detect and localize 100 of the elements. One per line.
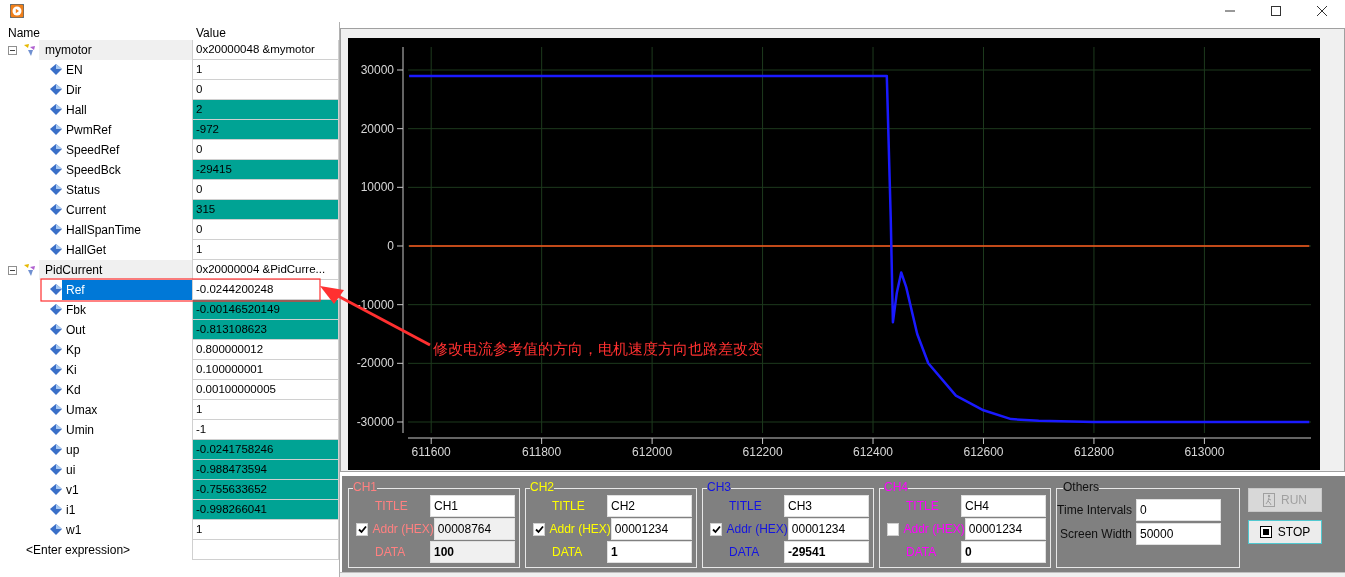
number-field[interactable]: 0 — [1136, 499, 1221, 521]
value-cell: 2 — [192, 100, 339, 120]
variable-name[interactable]: HallSpanTime — [62, 220, 192, 240]
variable-name[interactable]: w1 — [62, 520, 192, 540]
stop-button[interactable]: STOP — [1248, 520, 1322, 544]
x-tick-label: 612400 — [853, 445, 894, 459]
x-tick-label: 613000 — [1184, 445, 1225, 459]
variable-name[interactable]: Status — [62, 180, 192, 200]
value-cell: -0.0244200248 — [192, 280, 339, 300]
diamond-icon — [50, 344, 62, 356]
collapse-toggle[interactable] — [8, 45, 17, 55]
value-cell: 0.100000001 — [192, 360, 339, 380]
diamond-icon — [50, 84, 62, 96]
variable-name[interactable]: v1 — [62, 480, 192, 500]
diamond-icon — [50, 164, 62, 176]
minus-icon — [10, 267, 15, 273]
channel-label: CH3 — [707, 480, 731, 494]
data-label: DATA — [552, 544, 583, 561]
title-field[interactable]: CH2 — [607, 495, 692, 517]
variable-name[interactable]: Out — [62, 320, 192, 340]
diamond-icon — [50, 304, 62, 316]
variable-name[interactable]: Dir — [62, 80, 192, 100]
value-cell: -0.988473594 — [192, 460, 339, 480]
close-icon — [1317, 6, 1327, 16]
value-cell: -0.00146520149 — [192, 300, 339, 320]
diamond-icon — [50, 144, 62, 156]
title-label: TITLE — [552, 498, 585, 515]
diamond-icon — [50, 104, 62, 116]
field-label: Time Intervals — [1057, 502, 1132, 519]
variable-name[interactable]: Kd — [62, 380, 192, 400]
value-cell: -0.0241758246 — [192, 440, 339, 460]
data-field[interactable]: -29541 — [784, 541, 869, 563]
value-cell: -1 — [192, 420, 339, 440]
diamond-icon — [50, 324, 62, 336]
title-field[interactable]: CH1 — [430, 495, 515, 517]
data-field[interactable]: 1 — [607, 541, 692, 563]
number-field[interactable]: 50000 — [1136, 523, 1221, 545]
value-cell: 0.00100000005 — [192, 380, 339, 400]
enter-expression[interactable]: <Enter expression> — [26, 541, 131, 559]
value-cell: -29415 — [192, 160, 339, 180]
variable-name[interactable]: Umax — [62, 400, 192, 420]
variable-name[interactable]: EN — [62, 60, 192, 80]
variable-name[interactable]: mymotor — [39, 40, 192, 60]
title-field[interactable]: CH4 — [961, 495, 1046, 517]
variable-name[interactable]: Fbk — [62, 300, 192, 320]
x-tick-label: 612600 — [963, 445, 1004, 459]
variable-name[interactable]: PidCurrent — [39, 260, 192, 280]
address-field[interactable]: 00008764 — [433, 518, 515, 540]
diamond-icon — [50, 364, 62, 376]
variable-name[interactable]: i1 — [62, 500, 192, 520]
diamond-icon — [50, 484, 62, 496]
collapse-toggle[interactable] — [8, 265, 17, 275]
variable-name[interactable]: Umin — [62, 420, 192, 440]
variable-name[interactable]: Current — [62, 200, 192, 220]
data-label: DATA — [906, 544, 937, 561]
diamond-icon — [50, 384, 62, 396]
x-tick-label: 611600 — [411, 445, 451, 459]
y-tick-label: 10000 — [360, 180, 394, 195]
checkbox[interactable] — [710, 522, 723, 536]
diamond-icon — [50, 64, 62, 76]
variable-name[interactable]: Kp — [62, 340, 192, 360]
field-label: Screen Width — [1059, 526, 1132, 543]
value-cell: -0.998266041 — [192, 500, 339, 520]
x-tick-label: 612200 — [742, 445, 783, 459]
value-cell: 0 — [192, 140, 339, 160]
checkbox[interactable] — [356, 522, 369, 536]
value-cell: 1 — [192, 400, 339, 420]
value-cell: 0 — [192, 180, 339, 200]
data-label: DATA — [375, 544, 406, 561]
variable-name[interactable]: Ref — [62, 280, 192, 300]
variable-name[interactable]: SpeedRef — [62, 140, 192, 160]
data-field[interactable]: 0 — [961, 541, 1046, 563]
address-field[interactable]: 00001234 — [610, 518, 692, 540]
data-field[interactable]: 100 — [430, 541, 515, 563]
y-tick-label: -30000 — [356, 415, 394, 429]
variable-name[interactable]: Hall — [62, 100, 192, 120]
value-cell: 0 — [192, 80, 339, 100]
variable-name[interactable]: up — [62, 440, 192, 460]
title-field[interactable]: CH3 — [784, 495, 869, 517]
variable-name[interactable]: Ki — [62, 360, 192, 380]
value-cell: 1 — [192, 60, 339, 80]
address-label: Addr (HEX) — [903, 521, 965, 538]
diamond-icon — [50, 184, 62, 196]
address-label: Addr (HEX) — [726, 521, 788, 538]
title-label: TITLE — [906, 498, 939, 515]
diamond-icon — [50, 524, 62, 536]
group-label: Others — [1063, 480, 1099, 494]
expression-value-field[interactable] — [192, 540, 339, 560]
variable-name[interactable]: PwmRef — [62, 120, 192, 140]
channel-label: CH2 — [530, 480, 554, 494]
checkbox[interactable] — [533, 522, 546, 536]
checkbox[interactable] — [887, 522, 900, 536]
address-field[interactable]: 00001234 — [787, 518, 869, 540]
variable-name[interactable]: ui — [62, 460, 192, 480]
variable-name[interactable]: SpeedBck — [62, 160, 192, 180]
diamond-icon — [50, 404, 62, 416]
address-field[interactable]: 00001234 — [964, 518, 1046, 540]
value-cell: 0 — [192, 220, 339, 240]
title-label: TITLE — [375, 498, 408, 515]
variable-name[interactable]: HallGet — [62, 240, 192, 260]
